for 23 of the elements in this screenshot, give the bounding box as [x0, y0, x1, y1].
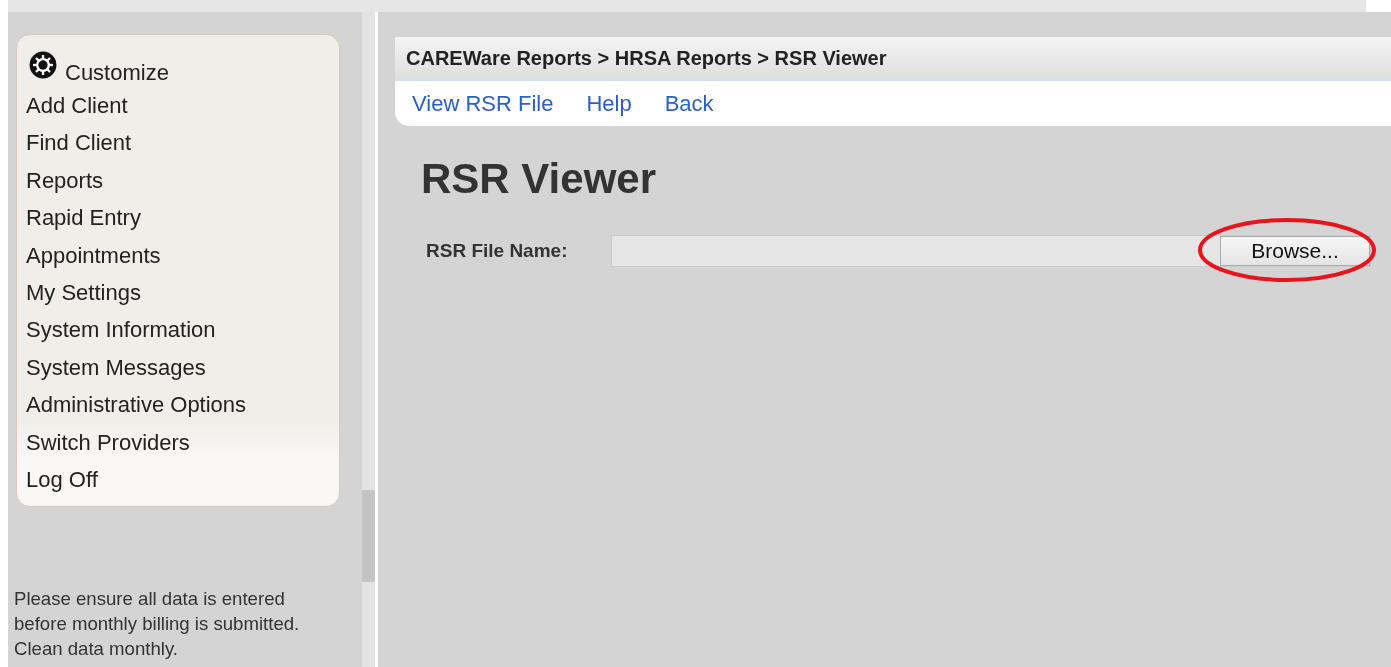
file-name-field[interactable]: Browse... — [611, 235, 1371, 267]
sidebar-menu-item[interactable]: System Messages — [26, 348, 330, 387]
sidebar-menu-item[interactable]: My Settings — [26, 273, 330, 312]
sidebar-menu-item[interactable]: Switch Providers — [26, 423, 330, 461]
scrollbar-thumb[interactable] — [362, 490, 375, 582]
customize-link[interactable]: Customize — [26, 47, 330, 87]
sidebar-menu-item[interactable]: System Information — [26, 311, 330, 349]
sidebar-menu-item[interactable]: Find Client — [26, 124, 330, 162]
nav-link[interactable]: Back — [664, 90, 714, 117]
breadcrumb: CAREWare Reports > HRSA Reports > RSR Viewer — [395, 37, 1391, 79]
sidebar-menu-item[interactable]: Add Client — [26, 87, 330, 125]
nav-link[interactable]: View RSR File — [412, 90, 554, 117]
field-label: RSR File Name: — [426, 240, 569, 262]
browse-button[interactable]: Browse... — [1220, 236, 1370, 266]
sidebar-menu-item[interactable]: Reports — [26, 161, 330, 200]
sidebar-menu-item[interactable]: Administrative Options — [26, 386, 330, 424]
billing-notice: Please ensure all data is entered before monthly billing is submitted. Clean data monthly. — [14, 587, 301, 661]
gear-icon — [29, 51, 57, 79]
sidebar-menu-item[interactable]: Appointments — [26, 236, 330, 274]
sidebar-menu-item[interactable]: Rapid Entry — [26, 199, 330, 237]
sidebar-menu-item[interactable]: Log Off — [26, 460, 330, 499]
nav-link[interactable]: Help — [586, 90, 632, 117]
page-title: RSR Viewer — [421, 154, 656, 204]
